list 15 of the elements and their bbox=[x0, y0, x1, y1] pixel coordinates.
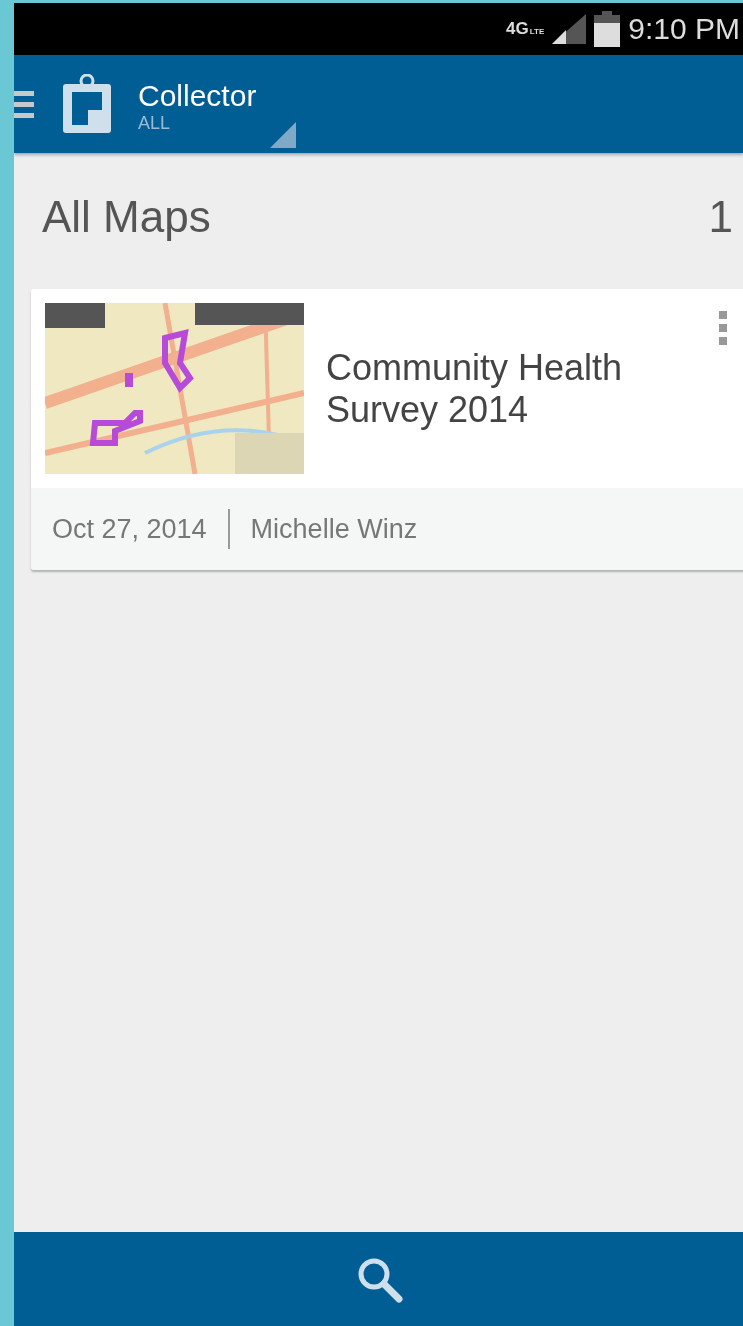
clipboard-icon bbox=[62, 74, 112, 134]
list-title: All Maps bbox=[42, 192, 211, 242]
clock-time: 9:10 PM bbox=[628, 12, 740, 46]
signal-icon bbox=[552, 14, 587, 44]
more-options-icon[interactable] bbox=[719, 311, 727, 345]
map-date: Oct 27, 2014 bbox=[52, 513, 207, 545]
app-title: Collector bbox=[138, 78, 258, 113]
network-type: 4G LTE bbox=[506, 19, 545, 39]
dropdown-icon[interactable] bbox=[270, 122, 296, 148]
battery-icon bbox=[594, 11, 621, 47]
menu-icon[interactable] bbox=[14, 89, 34, 119]
map-owner: Michelle Winz bbox=[250, 513, 418, 545]
map-card[interactable]: Community Health Survey 2014 Oct 27, 2014 Michelle Winz bbox=[31, 289, 743, 570]
map-title: Community Health Survey 2014 bbox=[326, 346, 624, 431]
map-count: 1 bbox=[708, 192, 733, 242]
